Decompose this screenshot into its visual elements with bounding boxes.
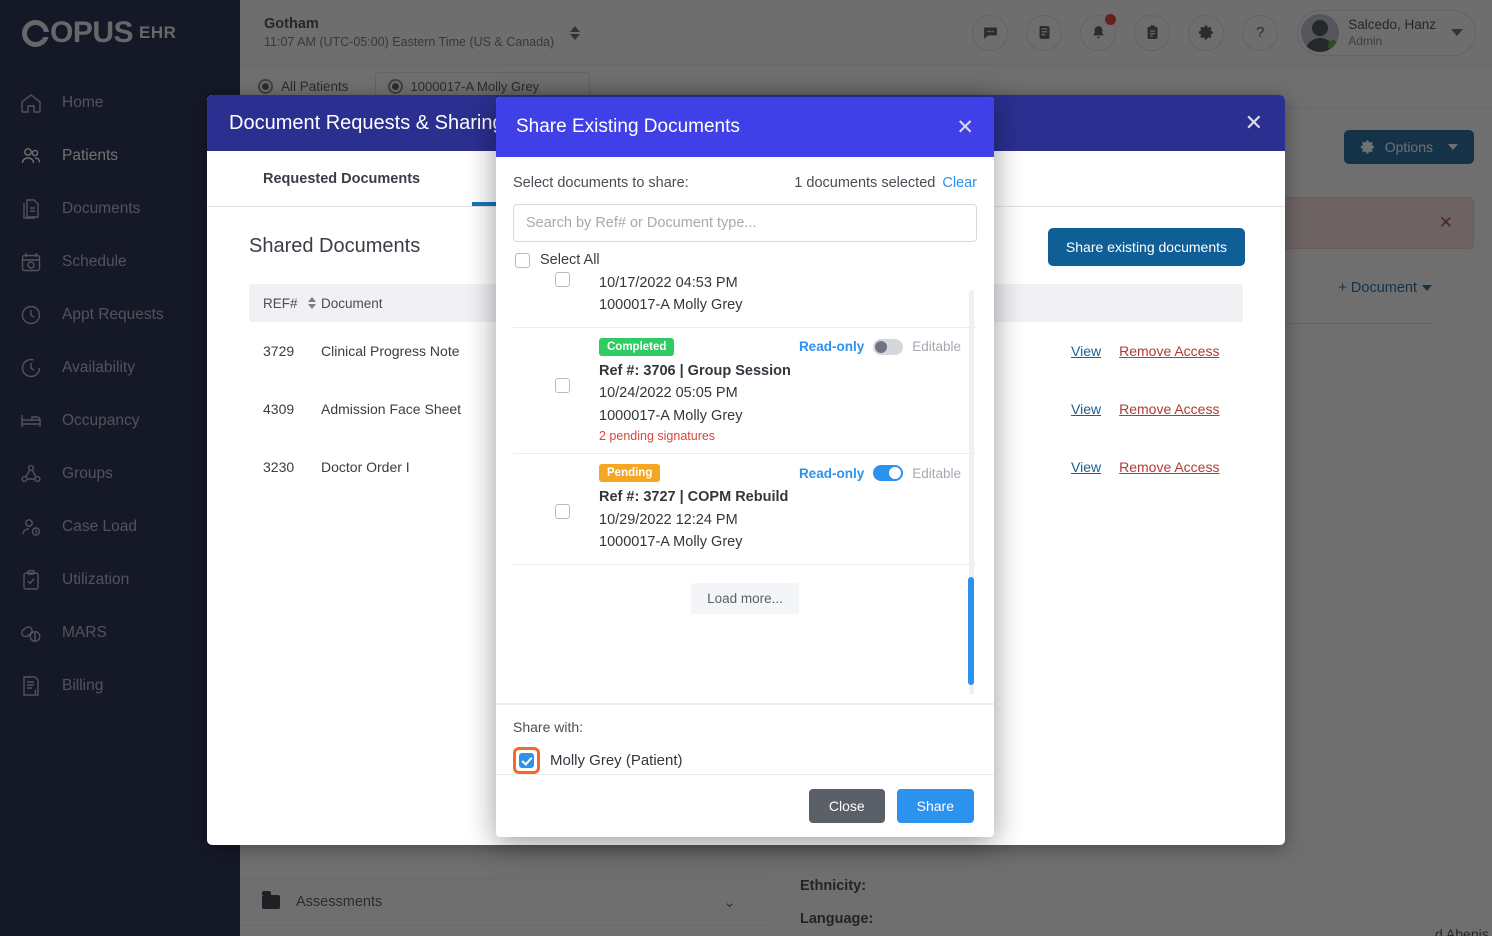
highlight-ring xyxy=(513,747,540,774)
share-modal-body: Select documents to share: 1 documents s… xyxy=(496,157,994,703)
share-modal-header: Share Existing Documents ✕ xyxy=(496,97,994,157)
view-link[interactable]: View xyxy=(1071,343,1101,359)
status-badge: Completed xyxy=(599,337,675,356)
tab-requested-documents[interactable]: Requested Documents xyxy=(237,151,446,206)
remove-access-link[interactable]: Remove Access xyxy=(1119,459,1219,475)
document-list-item[interactable]: Completed Read-only Editable Ref #: 3706… xyxy=(513,328,977,455)
share-with-label: Share with: xyxy=(513,719,584,735)
document-date: 10/24/2022 05:05 PM xyxy=(599,385,738,402)
read-only-label: Read-only xyxy=(798,339,865,355)
clear-selection-link[interactable]: Clear xyxy=(942,175,977,191)
close-icon[interactable]: ✕ xyxy=(1245,110,1263,136)
read-only-label: Read-only xyxy=(798,465,865,481)
close-icon[interactable]: ✕ xyxy=(956,115,974,140)
document-patient: 1000017-A Molly Grey xyxy=(599,297,743,314)
view-link[interactable]: View xyxy=(1071,459,1101,475)
document-patient: 1000017-A Molly Grey xyxy=(599,534,743,551)
selected-count: 1 documents selected xyxy=(794,175,936,191)
select-all-checkbox[interactable] xyxy=(515,252,530,268)
cell-ref: 3729 xyxy=(263,343,295,359)
sort-icon[interactable] xyxy=(307,297,316,309)
editable-label: Editable xyxy=(912,339,961,355)
search-input[interactable] xyxy=(513,204,977,242)
document-ref-title: Ref #: 3706 | Group Session xyxy=(599,362,791,379)
modal-title: Document Requests & Sharing xyxy=(229,111,504,134)
document-checkbox[interactable] xyxy=(555,377,570,393)
editable-label: Editable xyxy=(912,465,961,481)
document-date: 10/17/2022 04:53 PM xyxy=(599,275,738,291)
document-ref-title: Ref #: 3727 | COPM Rebuild xyxy=(599,489,789,506)
permission-toggle[interactable] xyxy=(873,338,904,355)
remove-access-link[interactable]: Remove Access xyxy=(1119,401,1219,417)
load-more-button[interactable]: Load more... xyxy=(691,582,799,614)
permission-toggle-group[interactable]: Read-only Editable xyxy=(798,338,961,355)
document-date: 10/29/2022 12:24 PM xyxy=(599,511,738,528)
select-all-label: Select All xyxy=(540,252,600,268)
share-modal-title: Share Existing Documents xyxy=(516,116,740,137)
share-button[interactable]: Share xyxy=(896,789,974,823)
permission-toggle-group[interactable]: Read-only Editable xyxy=(798,465,961,482)
share-with-person: Molly Grey (Patient) xyxy=(550,752,683,769)
cell-ref: 3230 xyxy=(263,459,295,475)
scrollbar-thumb[interactable] xyxy=(968,577,974,685)
share-with-section: Share with: Molly Grey (Patient) xyxy=(496,703,994,774)
select-documents-label: Select documents to share: xyxy=(513,175,689,191)
document-checkbox[interactable] xyxy=(555,272,570,287)
documents-list[interactable]: 10/17/2022 04:53 PM 1000017-A Molly Grey… xyxy=(513,272,977,703)
document-list-item[interactable]: 10/17/2022 04:53 PM 1000017-A Molly Grey xyxy=(513,272,977,328)
document-list-item[interactable]: Pending Read-only Editable Ref #: 3727 |… xyxy=(513,454,977,565)
column-label: Document xyxy=(321,295,383,311)
cell-ref: 4309 xyxy=(263,401,295,417)
view-link[interactable]: View xyxy=(1071,401,1101,417)
document-patient: 1000017-A Molly Grey xyxy=(599,407,743,424)
pending-signatures-note: 2 pending signatures xyxy=(599,429,716,444)
share-with-checkbox[interactable] xyxy=(519,753,534,768)
tab-label: Requested Documents xyxy=(263,170,421,187)
close-button[interactable]: Close xyxy=(808,789,885,823)
share-modal-footer: Close Share xyxy=(496,774,994,837)
documents-scroll-area[interactable]: 10/17/2022 04:53 PM 1000017-A Molly Grey… xyxy=(513,272,977,703)
column-label: REF# xyxy=(263,295,298,311)
permission-toggle[interactable] xyxy=(873,465,904,482)
remove-access-link[interactable]: Remove Access xyxy=(1119,343,1219,359)
share-existing-documents-button[interactable]: Share existing documents xyxy=(1047,228,1245,266)
column-header-ref[interactable]: REF# xyxy=(249,296,321,311)
document-checkbox[interactable] xyxy=(555,504,570,520)
share-with-row[interactable]: Molly Grey (Patient) xyxy=(513,747,977,774)
select-all-row[interactable]: Select All xyxy=(515,252,977,268)
share-existing-documents-modal: Share Existing Documents ✕ Select docume… xyxy=(496,97,994,837)
status-badge: Pending xyxy=(599,464,661,483)
